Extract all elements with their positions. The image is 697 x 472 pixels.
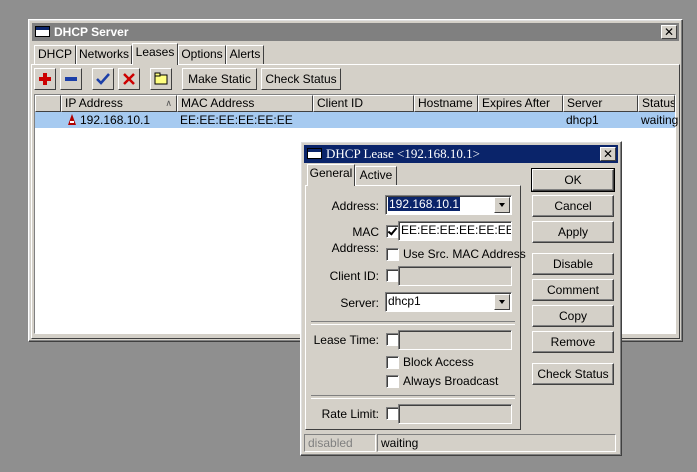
- mac-address-field[interactable]: EE:EE:EE:EE:EE:EE: [398, 221, 512, 241]
- check-status-button[interactable]: Check Status: [261, 68, 341, 90]
- column-header-ip-address[interactable]: IP Address ∧: [61, 95, 177, 112]
- mac-address-label: MAC Address:: [331, 225, 379, 255]
- address-value: 192.168.10.1: [388, 197, 461, 211]
- remove-button[interactable]: [60, 68, 82, 90]
- disable-button[interactable]: Disable: [532, 253, 614, 275]
- cell-server: dhcp1: [566, 113, 599, 127]
- server-value: dhcp1: [388, 294, 421, 308]
- close-icon[interactable]: ✕: [661, 25, 677, 39]
- client-id-field[interactable]: [398, 266, 512, 286]
- column-header-hostname[interactable]: Hostname: [414, 95, 478, 112]
- window-icon: [307, 148, 322, 159]
- client-id-label: Client ID:: [329, 269, 379, 283]
- enable-icon: [96, 73, 110, 85]
- dhcp-server-titlebar[interactable]: DHCP Server ✕: [32, 23, 679, 41]
- status-disabled: disabled: [304, 434, 376, 452]
- window-title: DHCP Server: [54, 25, 129, 39]
- dhcp-lease-dialog: DHCP Lease <192.168.10.1> ✕ General Acti…: [300, 141, 622, 456]
- dynamic-lease-icon: [68, 114, 76, 125]
- divider: [311, 321, 515, 325]
- window-icon: [35, 26, 50, 37]
- copy-button[interactable]: Copy: [532, 305, 614, 327]
- make-static-button[interactable]: Make Static: [182, 68, 257, 90]
- tab-alerts[interactable]: Alerts: [226, 45, 264, 64]
- block-access-checkbox[interactable]: [386, 356, 399, 369]
- server-select[interactable]: dhcp1: [385, 292, 512, 312]
- use-src-mac-label: Use Src. MAC Address: [403, 247, 526, 261]
- ok-button[interactable]: OK: [531, 168, 615, 192]
- add-button[interactable]: [34, 68, 56, 90]
- remove-icon: [65, 77, 77, 81]
- cell-ip-address: 192.168.10.1: [80, 113, 151, 127]
- tab-dhcp[interactable]: DHCP: [34, 45, 76, 64]
- tab-networks[interactable]: Networks: [76, 45, 132, 64]
- chevron-down-icon[interactable]: [494, 197, 510, 213]
- tab-general[interactable]: General: [307, 164, 355, 186]
- tab-options[interactable]: Options: [178, 45, 226, 64]
- divider: [311, 395, 515, 399]
- lease-time-field[interactable]: [398, 330, 512, 350]
- rate-limit-label: Rate Limit:: [321, 407, 379, 421]
- comment-button[interactable]: [150, 68, 172, 90]
- apply-button[interactable]: Apply: [532, 221, 614, 243]
- tab-leases[interactable]: Leases: [132, 43, 178, 65]
- cell-status: waiting: [641, 113, 679, 127]
- column-header-blank[interactable]: [35, 95, 61, 112]
- close-icon[interactable]: ✕: [600, 147, 616, 161]
- table-row[interactable]: 192.168.10.1 EE:EE:EE:EE:EE:EE dhcp1 wai…: [35, 112, 679, 128]
- comment-button[interactable]: Comment: [532, 279, 614, 301]
- comment-icon: [154, 72, 168, 85]
- address-combobox[interactable]: 192.168.10.1: [385, 195, 512, 215]
- disable-button[interactable]: [118, 68, 140, 90]
- column-header-mac-address[interactable]: MAC Address: [177, 95, 313, 112]
- cell-mac-address: EE:EE:EE:EE:EE:EE: [180, 113, 293, 127]
- always-broadcast-checkbox[interactable]: [386, 375, 399, 388]
- cancel-button[interactable]: Cancel: [532, 195, 614, 217]
- check-status-button[interactable]: Check Status: [532, 363, 614, 385]
- chevron-down-icon[interactable]: [494, 294, 510, 310]
- dhcp-lease-titlebar[interactable]: DHCP Lease <192.168.10.1> ✕: [304, 145, 618, 163]
- block-access-label: Block Access: [403, 355, 474, 369]
- add-icon: [39, 73, 51, 85]
- dialog-title: DHCP Lease <192.168.10.1>: [326, 146, 480, 161]
- column-header-client-id[interactable]: Client ID: [313, 95, 414, 112]
- server-label: Server:: [340, 296, 379, 310]
- mac-address-value: EE:EE:EE:EE:EE:EE: [401, 223, 512, 237]
- column-header-status[interactable]: Status: [638, 95, 675, 112]
- tab-active[interactable]: Active: [355, 166, 397, 185]
- use-src-mac-checkbox[interactable]: [386, 248, 399, 261]
- address-label: Address:: [331, 199, 379, 213]
- enable-button[interactable]: [92, 68, 114, 90]
- column-header-server[interactable]: Server: [563, 95, 638, 112]
- disable-icon: [123, 73, 135, 85]
- sort-ascending-icon: ∧: [165, 98, 172, 108]
- status-lease-state: waiting: [377, 434, 616, 452]
- rate-limit-field[interactable]: [398, 404, 512, 424]
- remove-button[interactable]: Remove: [532, 331, 614, 353]
- lease-time-label: Lease Time:: [313, 333, 379, 347]
- column-header-expires-after[interactable]: Expires After: [478, 95, 563, 112]
- always-broadcast-label: Always Broadcast: [403, 374, 499, 388]
